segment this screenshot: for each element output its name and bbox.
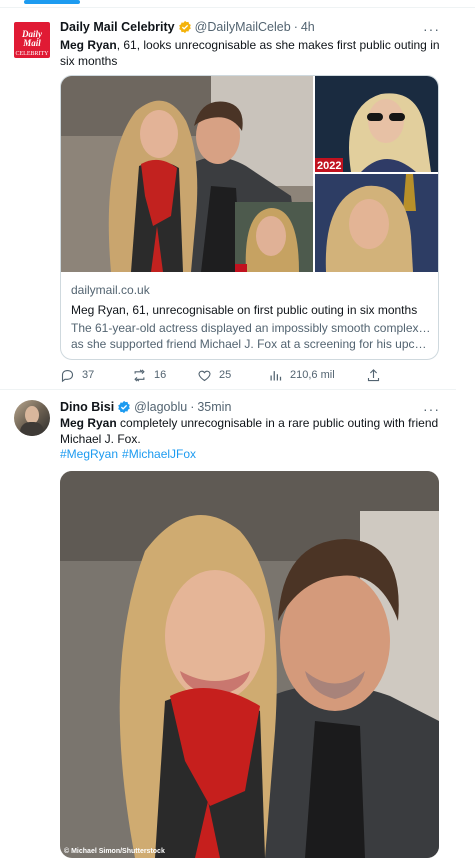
tweet-header: Dino Bisi @lagoblu · 35min <box>60 398 231 416</box>
verified-badge-icon <box>178 20 191 34</box>
author-handle[interactable]: @DailyMailCeleb <box>195 20 291 34</box>
more-options-icon[interactable]: ··· <box>423 402 440 416</box>
link-card-title: Meg Ryan, 61, unrecognisable on first pu… <box>71 303 418 317</box>
avatar-body <box>20 422 44 436</box>
avatar-logo-text: Mail <box>23 38 41 48</box>
photo-credit: © Michael Simon/Shutterstock <box>64 848 165 855</box>
link-card-description-line: as she supported friend Michael J. Fox a… <box>71 337 431 351</box>
separator-dot: · <box>293 20 298 34</box>
active-tab-indicator <box>24 0 80 4</box>
tweet-photo[interactable]: © Michael Simon/Shutterstock <box>60 471 439 858</box>
like-count: 25 <box>219 369 232 381</box>
avatar-logo-subtext: CELEBRITY <box>15 51 49 57</box>
views-button[interactable]: 210,6 mil <box>268 366 335 384</box>
more-options-icon[interactable]: ··· <box>423 22 440 36</box>
tweet-photo-image <box>60 471 439 858</box>
link-card-image: 2022 <box>61 76 438 272</box>
share-button[interactable] <box>366 366 388 384</box>
inset-year-label: 2022 <box>317 160 341 172</box>
verified-badge-icon <box>118 400 130 414</box>
link-card-domain: dailymail.co.uk <box>71 283 150 297</box>
tweet-text-body: , 61, looks unrecognisable as she makes … <box>60 38 440 68</box>
tweet[interactable]: Daily Mail CELEBRITY Daily Mail Celebrit… <box>0 8 456 390</box>
reply-count: 37 <box>82 369 95 381</box>
tweet-text: Meg Ryan completely unrecognisable in a … <box>60 415 440 447</box>
author-name[interactable]: Dino Bisi <box>60 400 114 414</box>
tweet-text-bold: Meg Ryan <box>60 38 117 52</box>
link-card-description-line: The 61-year-old actress displayed an imp… <box>71 321 431 335</box>
tweet-header: Daily Mail Celebrity @DailyMailCeleb · 4… <box>60 18 315 36</box>
author-handle[interactable]: @lagoblu <box>134 400 187 414</box>
reply-button[interactable]: 37 <box>60 366 94 384</box>
top-tab-strip <box>0 0 475 8</box>
hashtag-row: #MegRyan #MichaelJFox <box>60 446 200 462</box>
tweet-timestamp[interactable]: 4h <box>301 20 315 34</box>
tweet-text-bold: Meg Ryan <box>60 416 117 430</box>
hashtag-link[interactable]: #MichaelJFox <box>122 447 196 461</box>
views-count: 210,6 mil <box>290 369 335 381</box>
hashtag-link[interactable]: #MegRyan <box>60 447 118 461</box>
link-card[interactable]: 2022 dailymail.co.uk Meg Ryan, 61, unrec… <box>60 75 439 360</box>
tweet-timestamp[interactable]: 35min <box>197 400 231 414</box>
tweet-text: Meg Ryan, 61, looks unrecognisable as sh… <box>60 37 440 69</box>
retweet-count: 16 <box>154 369 167 381</box>
views-chart-icon <box>270 370 282 380</box>
avatar[interactable] <box>14 400 50 436</box>
like-button[interactable]: 25 <box>197 366 231 384</box>
tweet-actions: 37 16 25 210,6 mil <box>60 366 385 384</box>
share-icon <box>367 368 380 381</box>
reply-icon <box>61 369 74 382</box>
retweet-button[interactable]: 16 <box>132 366 166 384</box>
heart-icon <box>198 370 211 381</box>
retweet-icon <box>134 368 145 382</box>
link-card-description: The 61-year-old actress displayed an imp… <box>71 320 431 352</box>
avatar[interactable]: Daily Mail CELEBRITY <box>14 22 50 58</box>
separator-dot: · <box>190 400 195 414</box>
tweet-text-body: completely unrecognisable in a rare publ… <box>60 416 439 446</box>
author-name[interactable]: Daily Mail Celebrity <box>60 20 175 34</box>
tweet[interactable]: Dino Bisi @lagoblu · 35min ··· Meg Ryan … <box>0 390 456 860</box>
link-card-meta: dailymail.co.uk Meg Ryan, 61, unrecognis… <box>71 282 431 352</box>
